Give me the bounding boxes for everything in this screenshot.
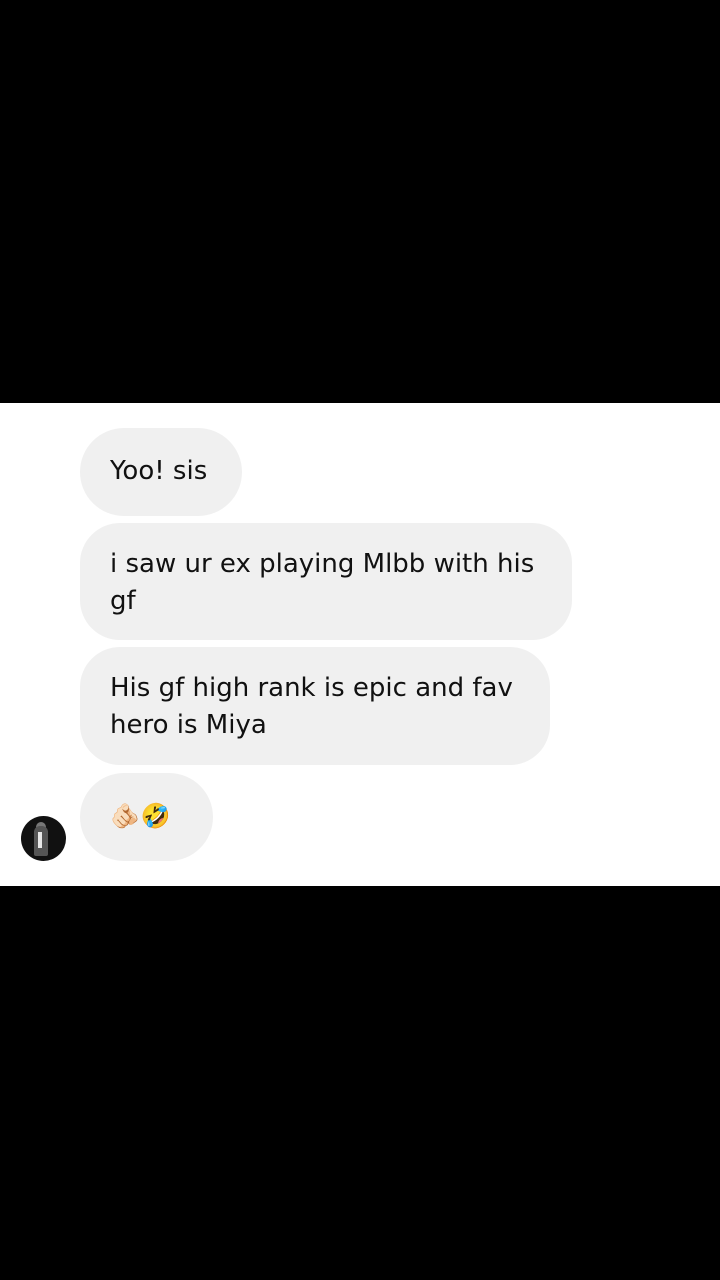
chat-thread: Yoo! sis i saw ur ex playing Mlbb with h… (0, 403, 720, 886)
screenshot-frame: Yoo! sis i saw ur ex playing Mlbb with h… (0, 0, 720, 1280)
message-emoji-text: 🫵🏻🤣 (110, 802, 172, 830)
message-bubble-2[interactable]: i saw ur ex playing Mlbb with his gf (80, 523, 572, 640)
message-bubble-3[interactable]: His gf high rank is epic and fav hero is… (80, 647, 550, 765)
message-text-2: i saw ur ex playing Mlbb with his gf (110, 549, 535, 616)
message-bubble-4[interactable]: 🫵🏻🤣 (80, 773, 213, 861)
letterbox-top (0, 0, 720, 403)
message-text-3: His gf high rank is epic and fav hero is… (110, 673, 513, 740)
avatar-mark-shape (38, 832, 42, 848)
message-text-1: Yoo! sis (110, 456, 208, 486)
profile-avatar-icon[interactable] (21, 816, 66, 861)
message-bubble-1[interactable]: Yoo! sis (80, 428, 242, 516)
letterbox-bottom (0, 886, 720, 1280)
